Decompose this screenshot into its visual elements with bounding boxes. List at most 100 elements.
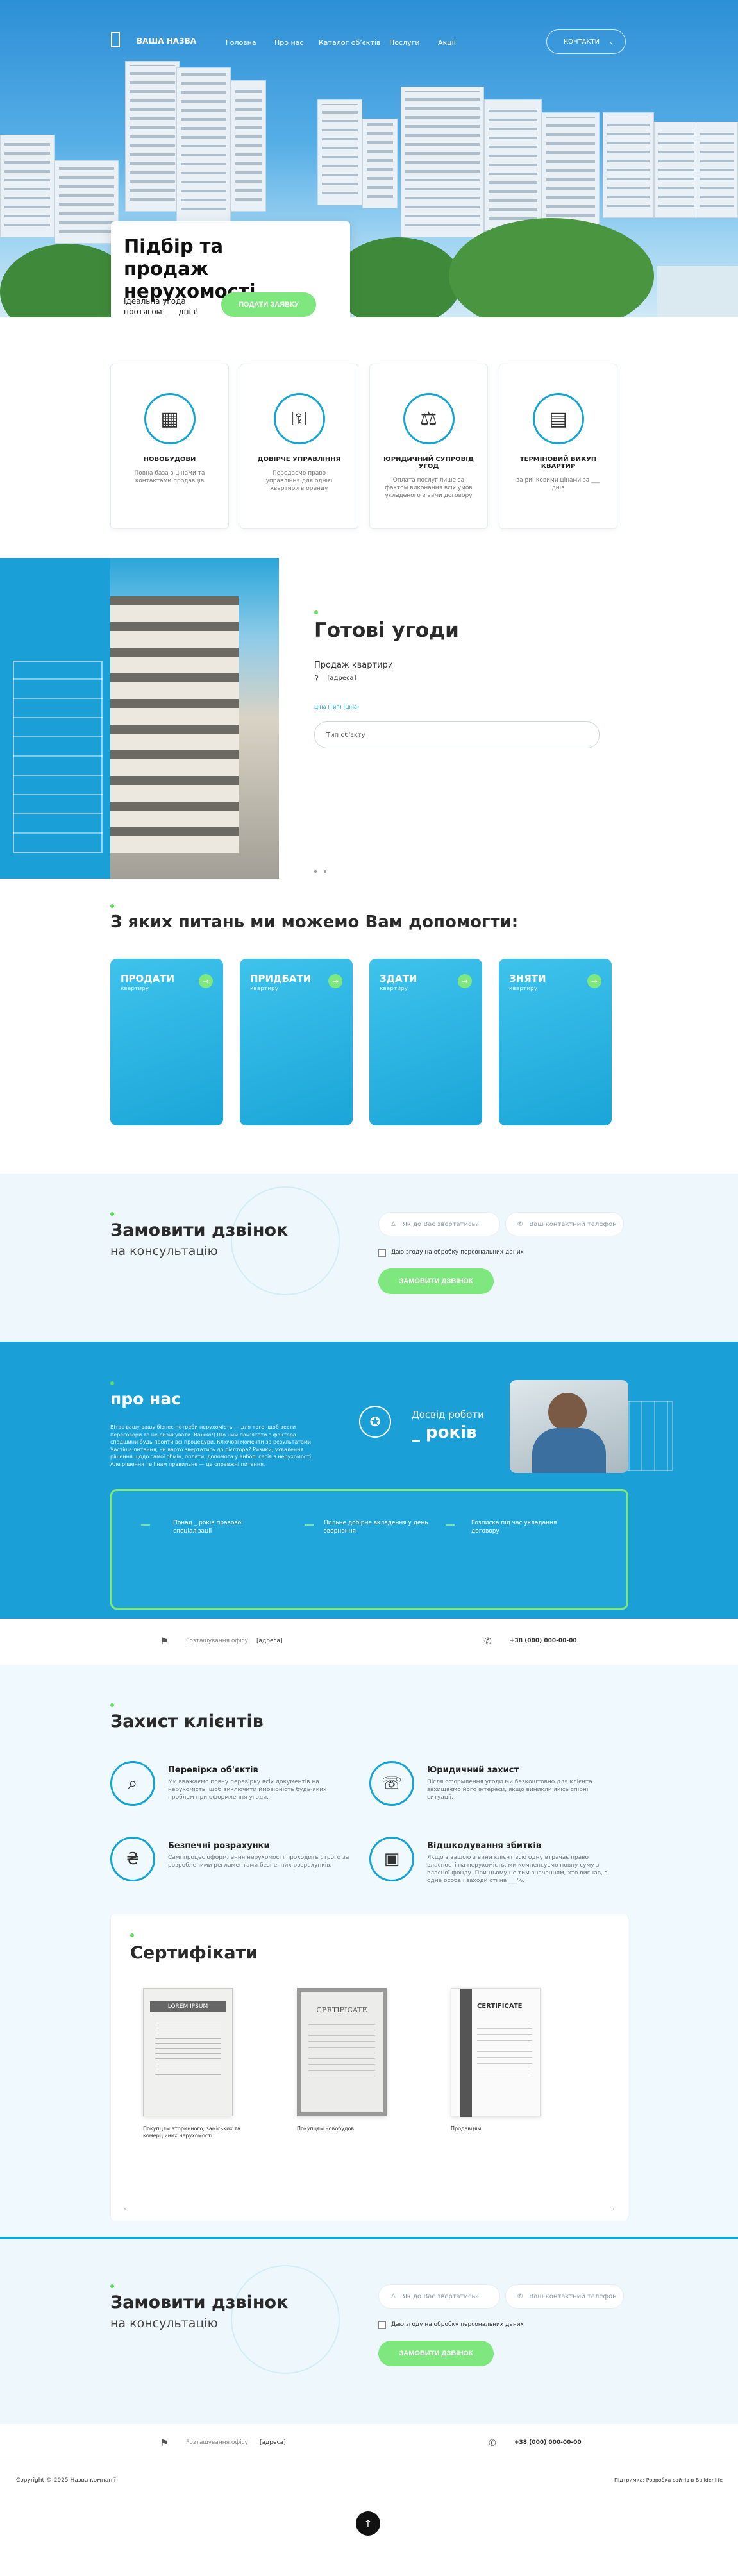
arrow-right-icon[interactable]: → [199, 974, 213, 988]
step-marker [446, 1524, 455, 1526]
magnifier-icon: ⌕ [110, 1761, 155, 1806]
feature-title: НОВОБУДОВИ [143, 456, 196, 463]
phone-icon: ✆ [517, 1220, 523, 1228]
accent-dot [110, 1212, 114, 1216]
contacts-button-label: КОНТАКТИ [564, 38, 600, 46]
phone-input[interactable]: ✆ Ваш контактний телефон [505, 2284, 624, 2309]
step-marker [305, 1524, 314, 1526]
certificate-heading: CERTIFICATE [477, 2003, 523, 2010]
slider-dot[interactable] [324, 870, 326, 873]
service-card-title: ПРОДАТИ [121, 973, 175, 984]
logo-icon[interactable] [111, 32, 120, 47]
consent-label: Даю згоду на обробку персональних даних [391, 2321, 524, 2328]
logo-text[interactable]: ВАША НАЗВА [137, 37, 196, 46]
consent-checkbox[interactable] [378, 2321, 386, 2329]
about-text: Вітає вашу вашу бізнес-потреби нерухоміс… [110, 1424, 313, 1467]
service-card-title: ЗДАТИ [380, 973, 417, 984]
service-card-title: ПРИДБАТИ [250, 973, 312, 984]
contact-bar: ⚑ Розташування офісу [адреса] ✆ +38 (000… [0, 2424, 738, 2462]
scroll-top-icon[interactable]: ↑ [356, 2511, 380, 2536]
feature-text: за ринковими цінами за ___ днів [516, 477, 600, 492]
service-card-sub: квартиру [121, 986, 149, 992]
trees [333, 237, 462, 317]
phone-input[interactable]: ✆ Ваш контактний телефон [505, 1212, 624, 1236]
arrow-right-icon[interactable]: → [328, 974, 342, 988]
nav-services[interactable]: Послуги [389, 38, 420, 47]
feature-title: ДОВІРЧЕ УПРАВЛІННЯ [257, 456, 341, 463]
building-image [125, 61, 180, 212]
certificate-image[interactable]: LOREM IPSUM [143, 1988, 233, 2116]
feature-text: Повна база з цінами та контактами продав… [134, 470, 205, 485]
certificate-lines [155, 2021, 221, 2079]
nav-catalog[interactable]: Каталог обʼєктів [319, 38, 380, 47]
award-icon: ✪ [359, 1406, 391, 1438]
field-label: Ціна (Тип) (Ціна) [314, 704, 360, 710]
building-image [401, 87, 484, 237]
calculator-icon: ▤ [532, 393, 584, 444]
about-steps-box: Понад _ років правової спеціалізації Пил… [110, 1489, 628, 1610]
feature-card[interactable]: ▦ НОВОБУДОВИ Повна база з цінами та конт… [110, 364, 229, 529]
certificates-title: Сертифікати [130, 1943, 258, 1963]
service-card-sub: квартиру [250, 986, 279, 992]
consent-checkbox[interactable] [378, 1249, 386, 1257]
scales-icon: ⚖ [403, 393, 455, 444]
arrow-right-icon[interactable]: → [458, 974, 472, 988]
submit-request-button[interactable]: ПОДАТИ ЗАЯВКУ [221, 292, 316, 317]
building-image [0, 135, 55, 237]
service-card-sell[interactable]: ПРОДАТИ квартиру → [110, 959, 223, 1125]
name-input[interactable]: ♙ Як до Вас звертатись? [378, 2284, 500, 2309]
service-card-rent[interactable]: ЗНЯТИ квартиру → [499, 959, 612, 1125]
certificate-heading: CERTIFICATE [316, 2006, 367, 2014]
building-image [696, 122, 738, 218]
map-icon: ⚑ [160, 2438, 169, 2448]
certificate-image[interactable]: CERTIFICATE [451, 1988, 541, 2117]
consent-label: Даю згоду на обробку персональних даних [391, 1249, 524, 1256]
service-card-buy[interactable]: ПРИДБАТИ квартиру → [240, 959, 353, 1125]
slider-dot[interactable] [314, 870, 317, 873]
certificate-image[interactable]: CERTIFICATE [297, 1988, 387, 2116]
phone-number[interactable]: +38 (000) 000-00-00 [510, 1638, 577, 1644]
about-section: про нас Вітає вашу вашу бізнес-потреби н… [0, 1342, 738, 1619]
feature-text: Оплата послуг лише за фактом виконання в… [385, 477, 473, 500]
feature-card[interactable]: ▤ ТЕРМІНОВИЙ ВИКУП КВАРТИР за ринковими … [499, 364, 617, 529]
nav-about[interactable]: Про нас [274, 38, 303, 47]
nav-promo[interactable]: Акції [438, 38, 456, 47]
feature-text: Передаємо право управління для однієї кв… [265, 470, 333, 492]
callback-button[interactable]: ЗАМОВИТИ ДЗВІНОК [378, 2341, 494, 2366]
about-step: Пильне добірне вкладення у день зверненн… [324, 1520, 428, 1535]
callback-section: Замовити дзвінок на консультацію ♙ Як до … [0, 1174, 738, 1342]
feature-card[interactable]: ⚖ ЮРИДИЧНИЙ СУПРОВІД УГОД Оплата послуг … [369, 364, 488, 529]
address-value: [адреса] [256, 1638, 283, 1644]
callback-button[interactable]: ЗАМОВИТИ ДЗВІНОК [378, 1268, 494, 1294]
address-label: Розташування офісу [186, 2439, 248, 2446]
certificate-caption: Покупцям вторинного, заміських та комерц… [143, 2126, 241, 2139]
feature-card[interactable]: ⚿ ДОВІРЧЕ УПРАВЛІННЯ Передаємо право упр… [240, 364, 358, 529]
prev-arrow-icon[interactable]: ‹ [124, 2206, 126, 2212]
building-image [362, 119, 398, 208]
arrow-right-icon[interactable]: → [587, 974, 601, 988]
protection-title: Захист клієнтів [110, 1712, 264, 1731]
accent-dot [314, 610, 318, 614]
building-image [176, 67, 231, 221]
protection-item-text: Після оформлення угоди ми безкоштовно дл… [427, 1779, 592, 1801]
contacts-button[interactable]: КОНТАКТИ ⌄ [546, 29, 626, 54]
nav-home[interactable]: Головна [226, 38, 256, 47]
user-icon: ♙ [390, 1220, 396, 1228]
callback-subtitle: на консультацію [110, 1244, 218, 1258]
service-card-rent-out[interactable]: ЗДАТИ квартиру → [369, 959, 482, 1125]
next-arrow-icon[interactable]: › [612, 2206, 615, 2212]
building-icon: ▦ [144, 393, 196, 444]
credit-link[interactable]: Підтримка: Розробка сайтів в Builder.lif… [614, 2477, 723, 2483]
map-pin-icon: ⚲ [314, 675, 319, 682]
about-title: про нас [110, 1390, 181, 1408]
protection-item-text: Ми вважаємо повну перевірку всіх докумен… [168, 1779, 327, 1801]
copyright: Copyright © 2025 Назва компанії [16, 2477, 116, 2484]
phone-icon: ✆ [489, 2438, 496, 2448]
object-type-select[interactable]: Тип об'єкту [314, 721, 600, 748]
about-step: Розписка під час укладання договору [471, 1520, 557, 1535]
name-input[interactable]: ♙ Як до Вас звертатись? [378, 1212, 500, 1236]
phone-number[interactable]: +38 (000) 000-00-00 [514, 2439, 582, 2446]
callback-subtitle: на консультацію [110, 2316, 218, 2330]
building-image [603, 112, 654, 218]
feature-title: ТЕРМІНОВИЙ ВИКУП КВАРТИР [519, 456, 597, 470]
